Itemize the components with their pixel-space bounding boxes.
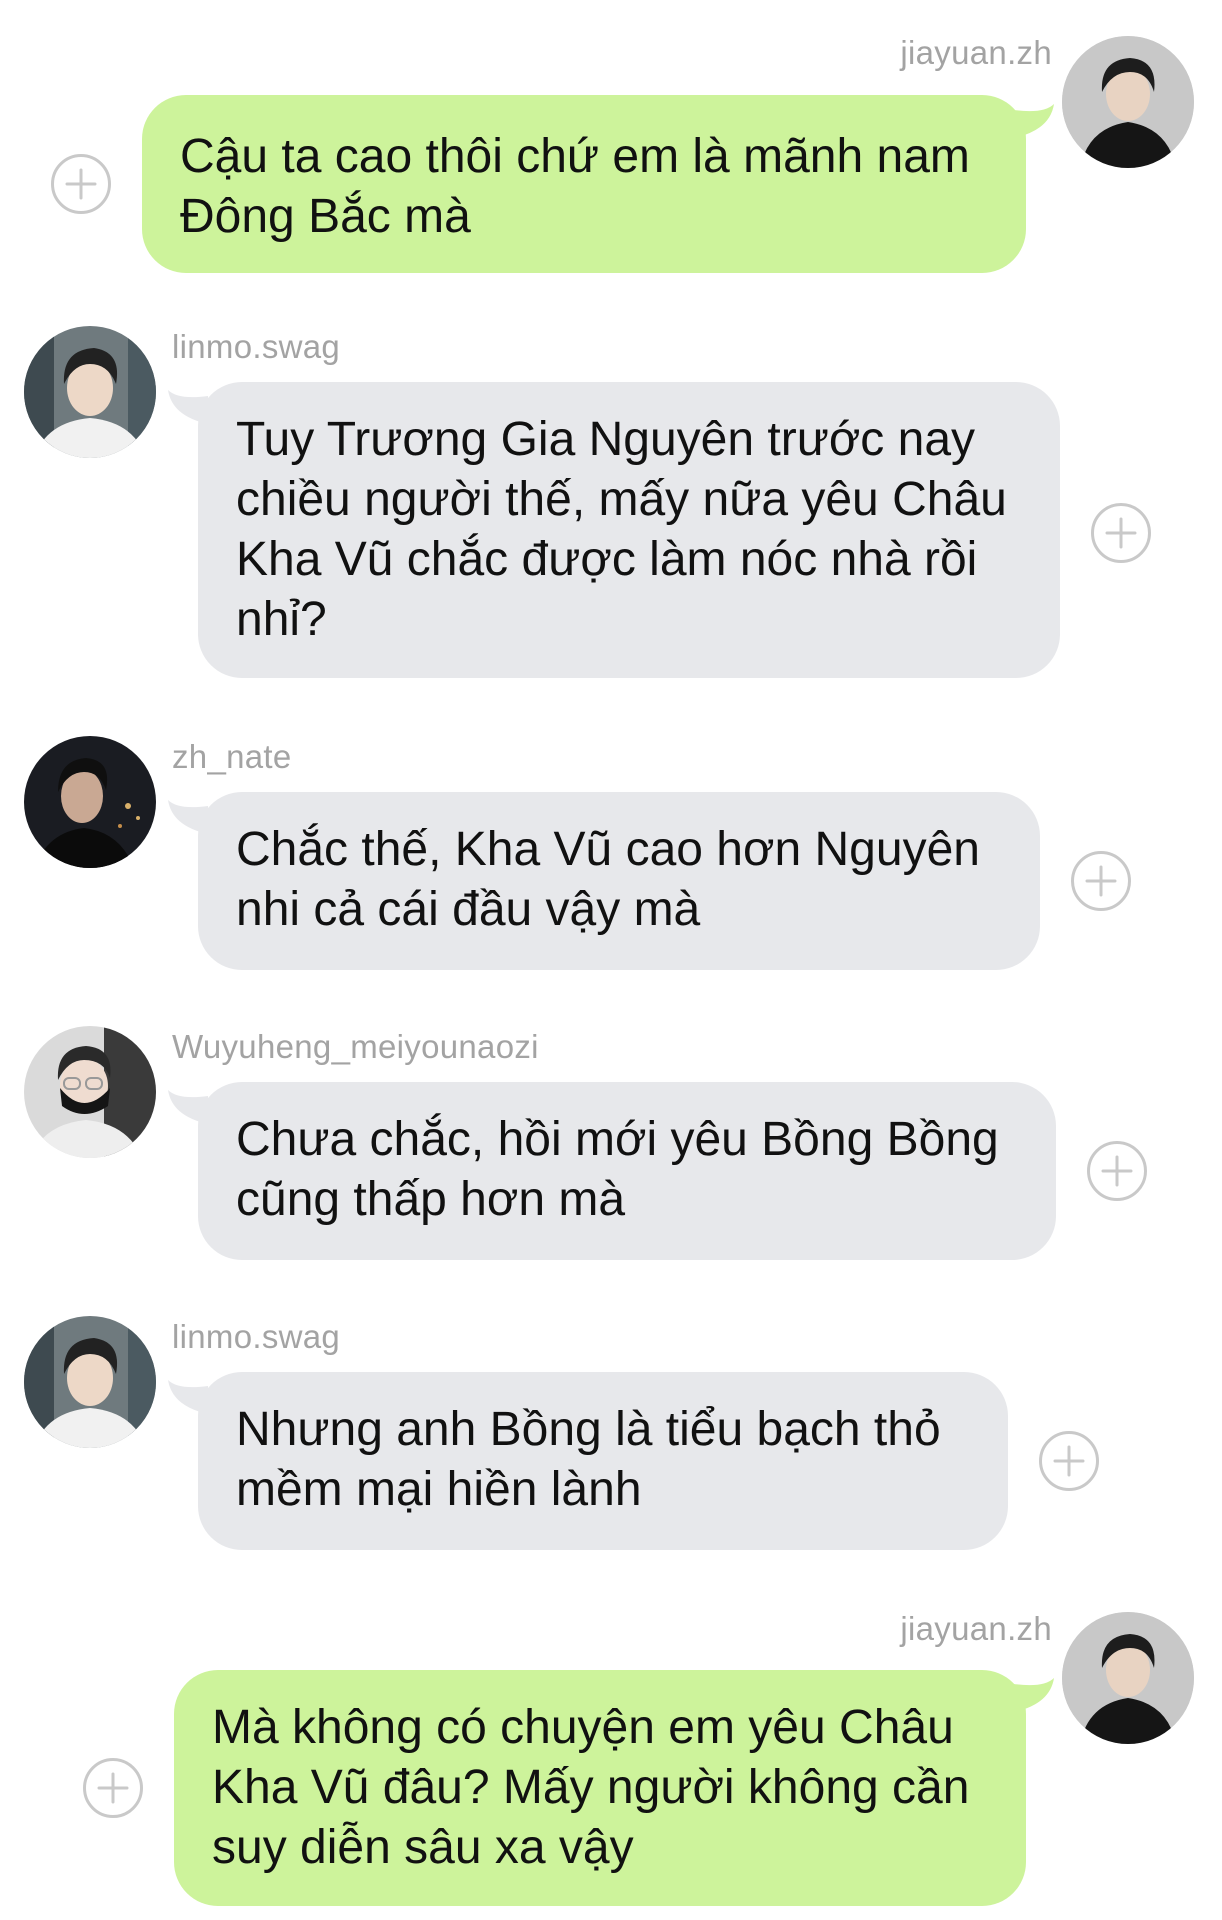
message-row-incoming: linmo.swag Nhưng anh Bồng là tiểu bạch t…	[0, 1310, 1222, 1560]
message-bubble[interactable]: Tuy Trương Gia Nguyên trước nay chiều ng…	[198, 382, 1060, 678]
message-bubble[interactable]: Chắc thế, Kha Vũ cao hơn Nguyên nhi cả c…	[198, 792, 1040, 970]
plus-circle-icon[interactable]	[82, 1757, 144, 1819]
message-row-incoming: Wuyuheng_meiyounaozi Chưa chắc, hồi mới …	[0, 1020, 1222, 1270]
avatar[interactable]	[24, 1026, 156, 1158]
plus-circle-icon[interactable]	[1070, 850, 1132, 912]
message-row-incoming: zh_nate Chắc thế, Kha Vũ cao hơn Nguyên …	[0, 730, 1222, 980]
message-username: jiayuan.zh	[900, 34, 1052, 71]
message-username: Wuyuheng_meiyounaozi	[172, 1028, 539, 1065]
avatar[interactable]	[24, 326, 156, 458]
avatar[interactable]	[24, 1316, 156, 1448]
avatar[interactable]	[1062, 1612, 1194, 1744]
message-row-outgoing: jiayuan.zh Cậu ta cao thôi chứ em là mãn…	[0, 0, 1222, 290]
avatar[interactable]	[24, 736, 156, 868]
message-bubble[interactable]: Mà không có chuyện em yêu Châu Kha Vũ đâ…	[174, 1670, 1026, 1906]
message-row-incoming: linmo.swag Tuy Trương Gia Nguyên trước n…	[0, 320, 1222, 690]
message-bubble[interactable]: Chưa chắc, hồi mới yêu Bồng Bồng cũng th…	[198, 1082, 1056, 1260]
message-username: linmo.swag	[172, 328, 341, 365]
message-row-outgoing: jiayuan.zh Mà không có chuyện em yêu Châ…	[0, 1600, 1222, 1920]
plus-circle-icon[interactable]	[1086, 1140, 1148, 1202]
message-bubble[interactable]: Cậu ta cao thôi chứ em là mãnh nam Đông …	[142, 95, 1026, 273]
plus-circle-icon[interactable]	[50, 153, 112, 215]
avatar[interactable]	[1062, 36, 1194, 168]
plus-circle-icon[interactable]	[1038, 1430, 1100, 1492]
plus-circle-icon[interactable]	[1090, 502, 1152, 564]
message-username: linmo.swag	[172, 1318, 341, 1355]
message-username: jiayuan.zh	[900, 1610, 1052, 1647]
message-bubble[interactable]: Nhưng anh Bồng là tiểu bạch thỏ mềm mại …	[198, 1372, 1008, 1550]
message-username: zh_nate	[172, 738, 292, 775]
